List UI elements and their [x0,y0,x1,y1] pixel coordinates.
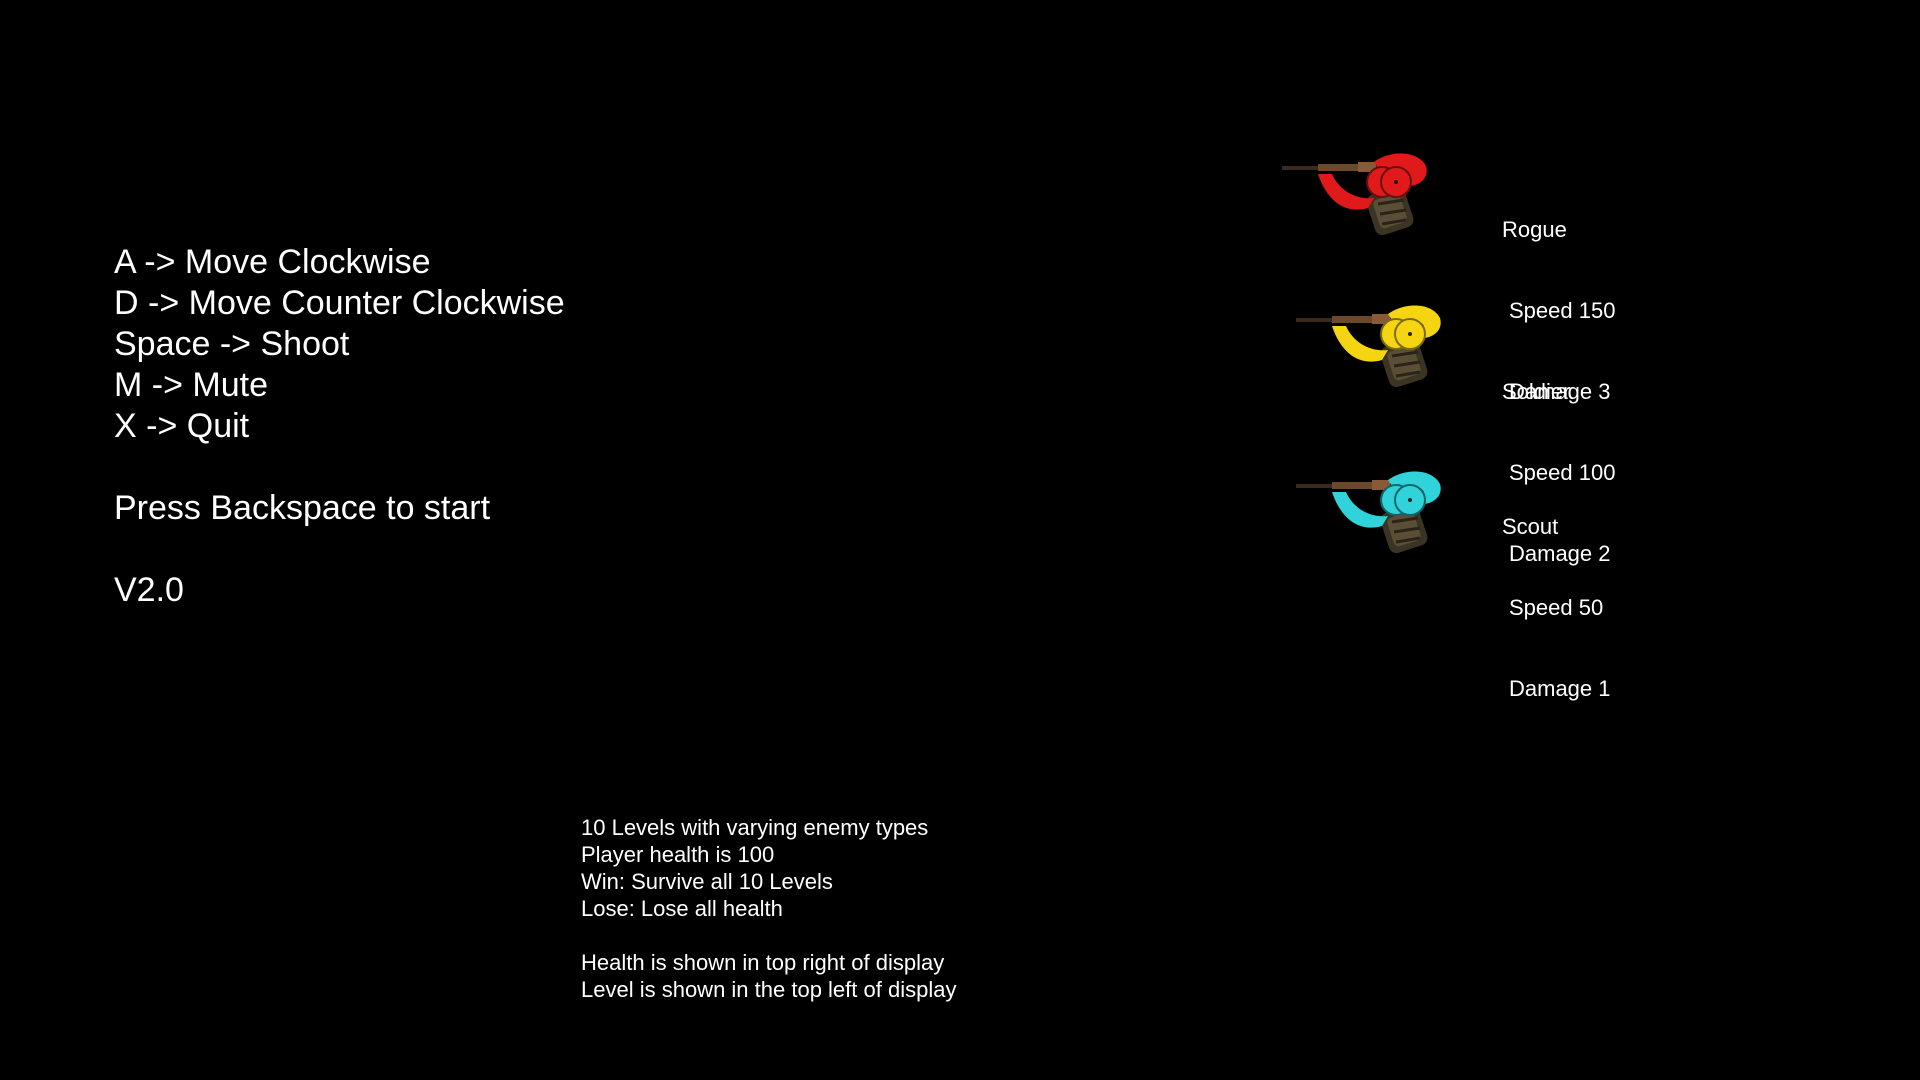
enemy-damage: Damage 1 [1509,676,1611,701]
enemy-damage: Damage 3 [1509,379,1611,404]
controls-panel: A -> Move Clockwise D -> Move Counter Cl… [114,242,565,611]
enemy-speed: Speed 50 [1509,595,1604,620]
version-label: V2.0 [114,571,184,609]
info-win-condition: Win: Survive all 10 Levels [581,869,833,894]
info-health-location: Health is shown in top right of display [581,950,945,975]
rifle [1296,314,1392,324]
control-shoot: Space -> Shoot [114,325,350,363]
rifle [1282,162,1378,172]
backpack [1380,504,1428,554]
scout-enemy-icon [1296,471,1441,554]
enemy-name: Soldier [1502,379,1571,404]
info-lose-condition: Lose: Lose all health [581,896,783,921]
rogue-stats: Rogue Speed 150 Damage 3 [1502,162,1615,459]
control-move-counter-clockwise: D -> Move Counter Clockwise [114,284,565,322]
control-quit: X -> Quit [114,407,250,445]
start-prompt: Press Backspace to start [114,489,491,527]
info-level-location: Level is shown in the top left of displa… [581,977,957,1002]
info-player-health: Player health is 100 [581,842,775,867]
soldier-stats: Soldier Speed 100 Damage 2 [1502,324,1615,621]
game-info-panel: 10 Levels with varying enemy types Playe… [581,814,956,1003]
rifle [1296,480,1392,490]
scout-stats: Scout Speed 50 Damage 1 [1502,459,1611,756]
enemy-name: Rogue [1502,217,1567,242]
enemy-name: Scout [1502,514,1559,539]
title-screen: { "controls": { "lines": [ "A -> Move Cl… [0,0,1920,1080]
backpack [1366,186,1414,236]
soldier-enemy-icon [1296,305,1441,388]
info-levels: 10 Levels with varying enemy types [581,815,929,840]
rogue-enemy-icon [1282,153,1427,236]
enemy-speed: Speed 150 [1509,298,1616,323]
control-mute: M -> Mute [114,366,268,404]
enemy-damage: Damage 2 [1509,541,1611,566]
backpack [1380,338,1428,388]
control-move-clockwise: A -> Move Clockwise [114,243,431,281]
enemy-speed: Speed 100 [1509,460,1616,485]
